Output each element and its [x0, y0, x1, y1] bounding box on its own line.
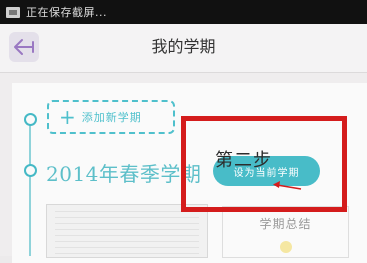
- back-arrow-icon: [14, 39, 34, 55]
- term-summary-card[interactable]: 学期总结: [222, 206, 349, 258]
- thumbnail-lines: [55, 211, 199, 257]
- page-title: 我的学期: [151, 37, 216, 56]
- plus-icon: +: [59, 105, 76, 129]
- term-title[interactable]: 2014年春季学期: [46, 158, 201, 187]
- back-button[interactable]: [9, 32, 39, 62]
- header: 我的学期: [0, 24, 367, 73]
- timeline-dot: [24, 164, 37, 177]
- add-term-label: 添加新学期: [81, 111, 142, 124]
- summary-ornament-icon: [280, 241, 292, 253]
- timeline-dot: [24, 113, 37, 126]
- timeline-line: [29, 122, 31, 256]
- status-bar: 正在保存截屏...: [0, 0, 367, 24]
- screenshot-icon: [6, 6, 20, 18]
- add-term-button[interactable]: + 添加新学期: [47, 100, 175, 134]
- term-thumbnail[interactable]: [46, 204, 208, 258]
- summary-title: 学期总结: [259, 217, 312, 231]
- status-text: 正在保存截屏...: [26, 6, 107, 19]
- annotation-step-label: 第二步: [215, 150, 272, 171]
